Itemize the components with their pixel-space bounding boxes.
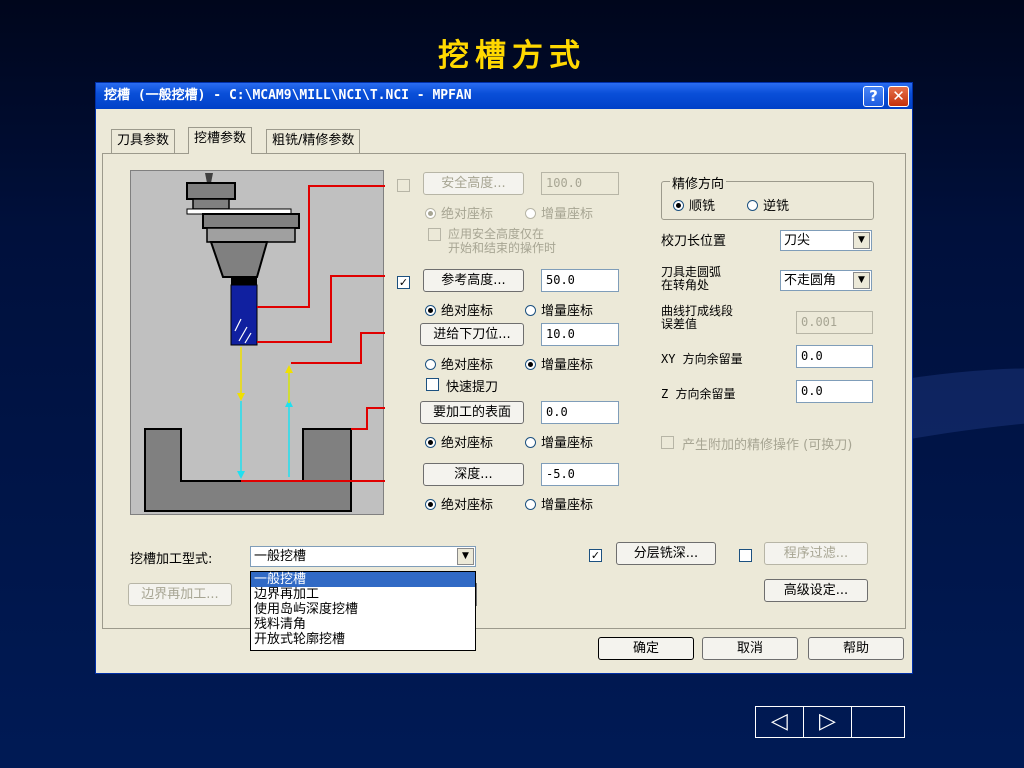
depth-inc-label: 增量座标 (541, 498, 594, 513)
xy-stock-label: XY 方向余留量 (661, 352, 743, 366)
nav-blank-cell[interactable] (852, 707, 904, 737)
top-stock-field[interactable]: 0.0 (541, 401, 619, 424)
xy-stock-field[interactable]: 0.0 (796, 345, 873, 368)
feed-inc-label: 增量座标 (541, 358, 594, 373)
safe-start-end-label-1: 应用安全高度仅在 (448, 227, 545, 241)
ref-inc-label: 增量座标 (541, 304, 594, 319)
pocket-type-option[interactable]: 边界再加工 (251, 587, 475, 602)
top-inc-radio[interactable]: 增量座标 (525, 432, 593, 451)
corner-label-2: 在转角处 (661, 278, 710, 292)
pocket-type-value: 一般挖槽 (254, 549, 307, 564)
chevron-down-icon[interactable]: ▼ (457, 548, 474, 565)
pocket-type-select[interactable]: 一般挖槽 ▼ (250, 546, 476, 567)
ref-abs-radio[interactable]: 绝对座标 (425, 300, 493, 319)
filter-button[interactable]: 程序过滤... (764, 542, 868, 565)
top-abs-radio[interactable]: 绝对座标 (425, 432, 493, 451)
feed-plane-button[interactable]: 进给下刀位... (420, 323, 524, 346)
pocket-type-option[interactable]: 使用岛屿深度挖槽 (251, 602, 475, 617)
filter-checkbox[interactable] (739, 549, 752, 562)
chevron-down-icon[interactable]: ▼ (853, 232, 870, 249)
pocket-type-dropdown: 一般挖槽 边界再加工 使用岛屿深度挖槽 残料清角 开放式轮廓挖槽 (250, 571, 476, 651)
prev-slide-icon[interactable]: ◁ (756, 707, 804, 737)
depth-abs-label: 绝对座标 (441, 498, 494, 513)
pocket-type-option[interactable]: 一般挖槽 (251, 572, 475, 587)
safe-abs-radio[interactable]: 绝对座标 (425, 203, 493, 222)
cancel-button[interactable]: 取消 (702, 637, 798, 660)
depth-field[interactable]: -5.0 (541, 463, 619, 486)
depth-cuts-checkbox[interactable]: ✓ (589, 549, 602, 562)
z-stock-label: Z 方向余留量 (661, 387, 736, 401)
feed-plane-field[interactable]: 10.0 (541, 323, 619, 346)
tab-pocket-params[interactable]: 挖槽参数 (188, 127, 253, 154)
finish-direction-legend: 精修方向 (670, 173, 727, 192)
extra-finish-label: 产生附加的精修操作 (可换刀) (682, 438, 853, 453)
safe-inc-radio[interactable]: 增量座标 (525, 203, 593, 222)
conventional-label: 逆铣 (763, 199, 790, 214)
feed-inc-radio[interactable]: 增量座标 (525, 354, 593, 373)
tab-tool-params[interactable]: 刀具参数 (111, 129, 176, 153)
safe-height-button[interactable]: 安全高度... (423, 172, 524, 195)
safe-start-end-checkbox[interactable] (428, 228, 441, 241)
depth-button[interactable]: 深度... (423, 463, 524, 486)
climb-radio[interactable]: 顺铣 (673, 195, 715, 214)
close-icon[interactable]: ✕ (888, 86, 909, 107)
ref-abs-label: 绝对座标 (441, 304, 494, 319)
ok-button[interactable]: 确定 (598, 637, 694, 660)
tab-rough-finish-params[interactable]: 粗铣/精修参数 (266, 129, 361, 153)
rapid-retract-checkbox[interactable] (426, 378, 439, 391)
pocket-diagram (130, 170, 385, 515)
top-stock-button[interactable]: 要加工的表面 (420, 401, 524, 424)
dialog-titlebar: 挖槽 (一般挖槽) - C:\MCAM9\MILL\NCI\T.NCI - MP… (96, 83, 912, 109)
pocket-diagram-svg (144, 173, 385, 512)
slide-title: 挖槽方式 (438, 38, 586, 74)
safe-abs-label: 绝对座标 (441, 207, 494, 222)
help-button[interactable]: 帮助 (808, 637, 904, 660)
compensation-value: 刀尖 (784, 233, 811, 248)
depth-cuts-button[interactable]: 分层铣深... (616, 542, 716, 565)
top-abs-label: 绝对座标 (441, 436, 494, 451)
top-inc-label: 增量座标 (541, 436, 594, 451)
ref-height-field[interactable]: 50.0 (541, 269, 619, 292)
help-icon[interactable]: ? (863, 86, 884, 107)
tolerance-label-2: 误差值 (661, 317, 698, 331)
climb-label: 顺铣 (689, 199, 716, 214)
ref-inc-radio[interactable]: 增量座标 (525, 300, 593, 319)
slide-nav: ◁ ▷ (755, 706, 905, 738)
chevron-down-icon[interactable]: ▼ (853, 272, 870, 289)
z-stock-field[interactable]: 0.0 (796, 380, 873, 403)
compensation-label: 校刀长位置 (661, 234, 727, 249)
depth-inc-radio[interactable]: 增量座标 (525, 494, 593, 513)
pocket-type-option[interactable]: 开放式轮廓挖槽 (251, 632, 475, 647)
ref-height-checkbox[interactable]: ✓ (397, 276, 410, 289)
feed-abs-label: 绝对座标 (441, 358, 494, 373)
safe-start-end-label-2: 开始和结束的操作时 (448, 241, 557, 255)
pocket-type-label: 挖槽加工型式: (130, 552, 213, 567)
depth-abs-radio[interactable]: 绝对座标 (425, 494, 493, 513)
conventional-radio[interactable]: 逆铣 (747, 195, 789, 214)
compensation-select[interactable]: 刀尖 ▼ (780, 230, 872, 251)
feed-abs-radio[interactable]: 绝对座标 (425, 354, 493, 373)
remachine-button[interactable]: 边界再加工... (128, 583, 232, 606)
safe-height-checkbox[interactable] (397, 179, 410, 192)
pocket-type-option[interactable]: 残料清角 (251, 617, 475, 632)
safe-height-field[interactable]: 100.0 (541, 172, 619, 195)
extra-finish-checkbox[interactable] (661, 436, 674, 449)
corner-value: 不走圆角 (784, 273, 837, 288)
dialog-title: 挖槽 (一般挖槽) - C:\MCAM9\MILL\NCI\T.NCI - MP… (104, 88, 472, 103)
corner-select[interactable]: 不走圆角 ▼ (780, 270, 872, 291)
advanced-button[interactable]: 高级设定... (764, 579, 868, 602)
ref-height-button[interactable]: 参考高度... (423, 269, 524, 292)
tolerance-field[interactable]: 0.001 (796, 311, 873, 334)
next-slide-icon[interactable]: ▷ (804, 707, 852, 737)
rapid-retract-label: 快速提刀 (446, 380, 499, 395)
safe-inc-label: 增量座标 (541, 207, 594, 222)
